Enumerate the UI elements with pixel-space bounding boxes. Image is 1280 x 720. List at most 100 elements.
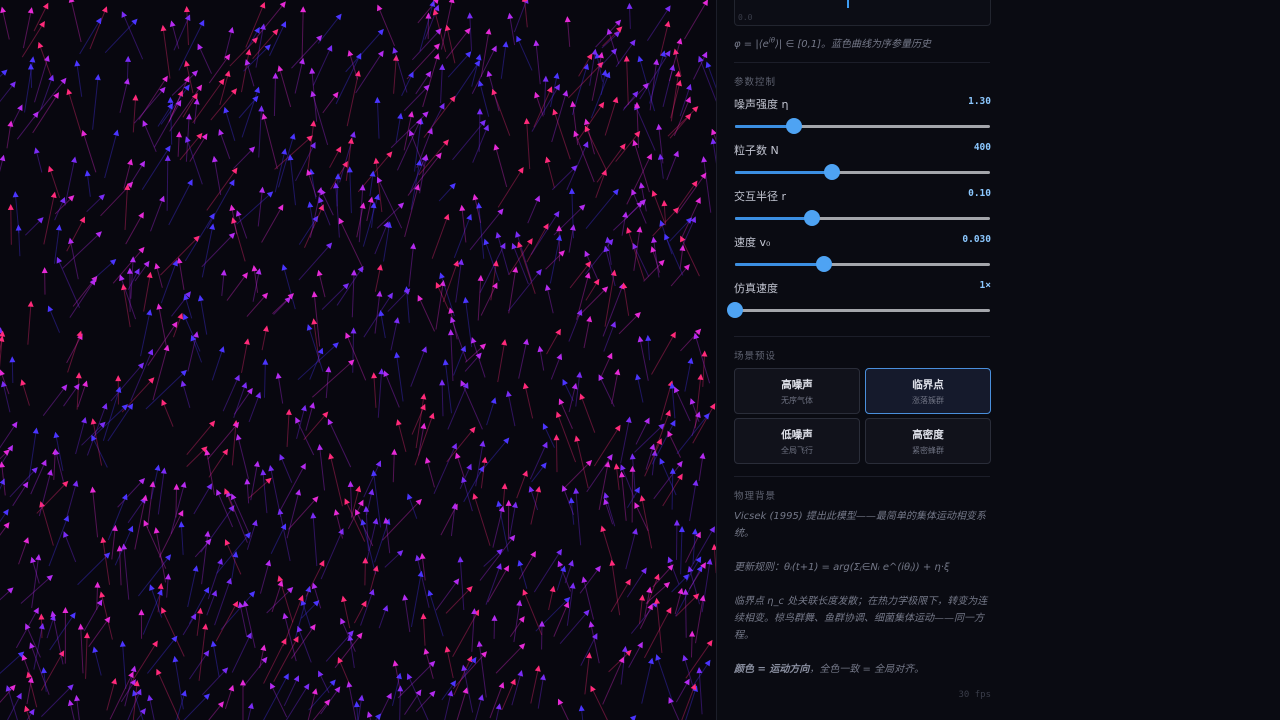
param-label-speed: 速度 v₀	[734, 236, 771, 249]
preset-high-density-button[interactable]: 高密度 紧密蜂群	[865, 418, 991, 464]
particle-arrow	[491, 614, 498, 621]
particle-arrow	[495, 703, 502, 710]
particle-arrow	[156, 303, 163, 310]
particle-arrow	[113, 129, 119, 137]
particle-arrow	[542, 75, 549, 82]
particle-arrow	[99, 591, 106, 598]
particle-arrow	[700, 172, 707, 180]
section-title-presets: 场景预设	[734, 351, 777, 362]
particle-arrow	[581, 576, 588, 583]
background-paragraph: Vicsek (1995) 提出此模型——最简单的集体运动相变系统。	[734, 511, 986, 539]
particle-arrow	[251, 519, 258, 527]
particle-arrow	[125, 55, 132, 62]
param-value-noise: 1.30	[968, 96, 991, 107]
particle-arrow	[420, 393, 427, 400]
particle-arrow	[132, 94, 139, 101]
particle-arrow	[476, 640, 483, 648]
count-slider[interactable]	[735, 164, 990, 180]
particle-arrow	[9, 356, 16, 363]
particle-arrow	[369, 170, 376, 177]
particle-arrow	[516, 599, 523, 607]
particle-arrow	[423, 648, 430, 655]
particle-arrow	[2, 508, 9, 516]
slider-thumb[interactable]	[727, 302, 743, 318]
particle-arrow	[552, 108, 559, 116]
particle-arrow	[578, 704, 585, 712]
slider-fill	[735, 171, 832, 174]
particle-arrow	[282, 612, 289, 620]
particle-arrow	[100, 536, 107, 544]
slider-thumb[interactable]	[803, 210, 820, 226]
particle-arrow	[677, 473, 683, 481]
particle-arrow	[639, 495, 646, 502]
preset-critical-button[interactable]: 临界点 涨落簇群	[865, 368, 991, 414]
particle-arrow	[636, 226, 643, 233]
particle-arrow	[394, 351, 401, 359]
particle-arrow	[317, 443, 324, 451]
noise-slider[interactable]	[735, 118, 990, 134]
particle-arrow	[678, 526, 685, 533]
speed-slider[interactable]	[735, 256, 990, 272]
particle-arrow	[262, 358, 269, 365]
particle-arrow	[146, 309, 153, 316]
particle-arrow	[241, 382, 248, 389]
slider-thumb[interactable]	[823, 164, 840, 180]
slider-thumb[interactable]	[785, 118, 802, 134]
particle-arrow	[366, 711, 373, 718]
particle-arrow	[341, 595, 347, 603]
particle-arrow	[455, 452, 461, 460]
particle-arrow	[549, 585, 556, 593]
particle-arrow	[311, 318, 318, 325]
slider-thumb[interactable]	[816, 256, 833, 272]
param-value-sim-speed: 1×	[979, 280, 991, 291]
simulation-canvas[interactable]	[0, 0, 729, 720]
particle-arrow	[154, 262, 161, 270]
particle-arrow	[119, 274, 125, 282]
particle-arrow	[632, 139, 639, 147]
particle-arrow	[218, 78, 225, 86]
preset-title: 高噪声	[781, 379, 813, 391]
particle-arrow	[691, 528, 698, 535]
sim-speed-slider[interactable]	[727, 302, 990, 318]
param-label-sim-speed: 仿真速度	[734, 282, 778, 295]
particle-arrow	[447, 329, 454, 336]
particle-arrow	[162, 75, 168, 83]
particle-arrow	[600, 525, 607, 533]
particle-arrow	[355, 485, 362, 493]
particle-arrow	[300, 404, 307, 412]
particle-arrow	[76, 330, 83, 338]
particle-arrow	[268, 464, 275, 472]
particle-arrow	[523, 338, 529, 345]
particle-arrow	[360, 518, 367, 526]
particle-arrow	[402, 594, 409, 601]
radius-slider[interactable]	[735, 210, 990, 226]
particle-arrow	[638, 182, 645, 189]
particle-arrow	[241, 272, 248, 279]
particle-arrow	[420, 613, 427, 620]
particle-arrow	[593, 278, 600, 286]
particle-arrow	[74, 60, 81, 67]
particle-arrow	[130, 665, 137, 673]
particle-arrow	[295, 489, 302, 496]
particle-arrow	[0, 154, 6, 162]
particle-arrow	[164, 145, 171, 153]
particle-arrow	[202, 623, 209, 630]
param-value-speed: 0.030	[962, 234, 991, 245]
preset-high-noise-button[interactable]: 高噪声 无序气体	[734, 368, 860, 414]
particle-arrow	[353, 701, 360, 708]
particle-arrow	[471, 608, 478, 615]
particle-arrow	[372, 517, 379, 525]
fps-counter: 30 fps	[958, 690, 991, 700]
particle-arrow	[235, 210, 242, 217]
particle-arrow	[73, 383, 80, 391]
particle-arrow	[472, 493, 479, 500]
particle-arrow	[272, 72, 279, 79]
particle-arrow	[661, 200, 668, 207]
control-panel: 0.0 φ = |⟨eiθ⟩| ∈ [0,1]。蓝色曲线为序参量历史 参数控制 …	[716, 0, 1280, 720]
divider	[734, 336, 990, 337]
preset-low-noise-button[interactable]: 低噪声 全局飞行	[734, 418, 860, 464]
particle-arrow	[526, 238, 533, 245]
preset-subtitle: 全局飞行	[781, 446, 813, 455]
particle-arrow	[127, 403, 134, 410]
particle-arrow	[231, 167, 238, 175]
